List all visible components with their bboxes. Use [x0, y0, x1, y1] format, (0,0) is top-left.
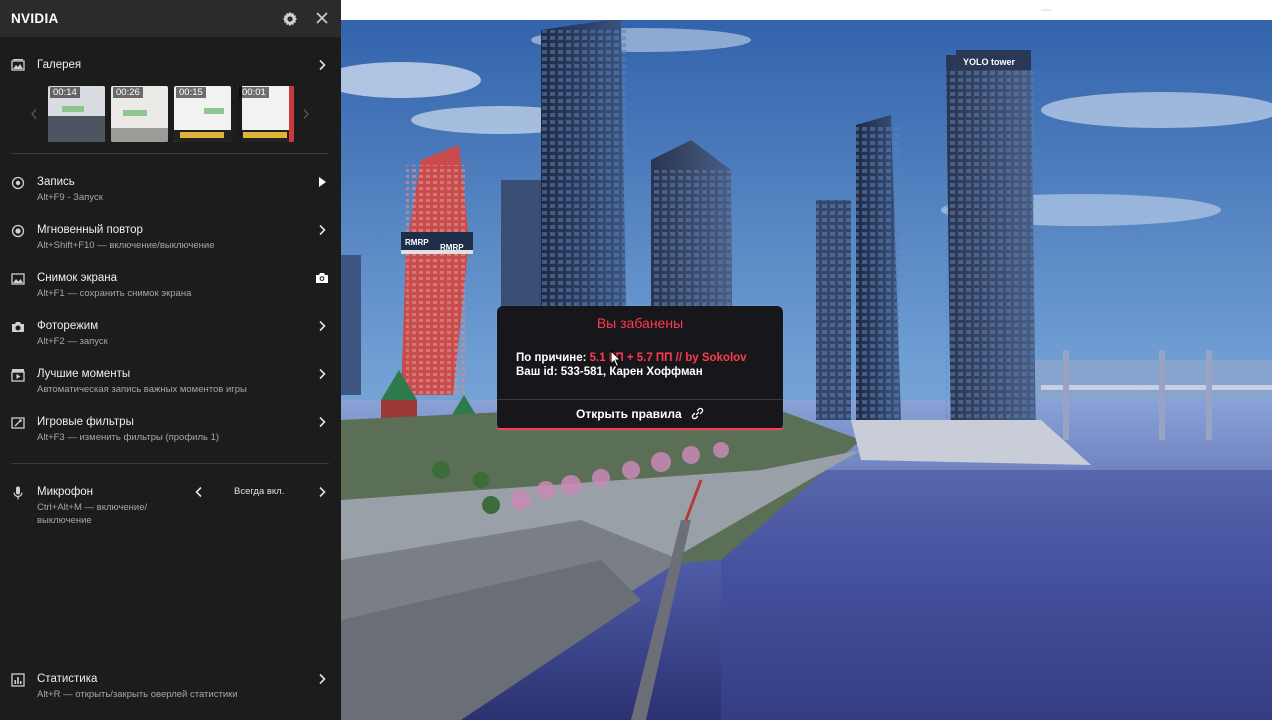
photo-mode-row[interactable]: Фоторежим Alt+F2 — запуск — [0, 320, 341, 350]
thumbnail-duration: 00:15 — [176, 87, 206, 98]
game-scene-art: RMRP RMRP YOLO tower — [341, 0, 1280, 720]
screenshot-icon — [11, 273, 25, 285]
thumbnail-duration: 00:01 — [239, 87, 269, 98]
gallery-icon — [11, 59, 25, 71]
chevron-right-icon — [319, 320, 326, 332]
instant-replay-icon — [11, 224, 25, 238]
record-row[interactable]: Запись Alt+F9 - Запуск — [0, 176, 341, 206]
microphone-icon — [13, 486, 23, 500]
mic-mode-value: Всегда вкл. — [234, 486, 285, 497]
gallery-thumbnail[interactable]: 00:01 — [237, 86, 294, 142]
game-filters-icon — [11, 417, 25, 429]
ban-reason: По причине: 5.1 ГП + 5.7 ПП // by Sokolo… — [516, 352, 747, 364]
photo-mode-icon — [12, 322, 24, 332]
instant-replay-label: Мгновенный повтор — [37, 224, 143, 236]
mic-mode-next-icon[interactable] — [317, 486, 327, 498]
gallery-thumbnail[interactable]: 00:14 — [48, 86, 105, 142]
gallery-prev-icon[interactable] — [30, 108, 38, 120]
open-rules-button[interactable]: Открыть правила — [497, 407, 783, 421]
game-window-top-bar: — — [341, 0, 1280, 20]
highlights-label: Лучшие моменты — [37, 368, 131, 380]
chevron-right-icon — [319, 224, 326, 236]
thumbnail-duration: 00:26 — [113, 87, 143, 98]
game-filters-row[interactable]: Игровые фильтры Alt+F3 — изменить фильтр… — [0, 416, 341, 446]
microphone-hotkey-line1: Ctrl+Alt+M — включение/ — [37, 502, 148, 513]
instant-replay-row[interactable]: Мгновенный повтор Alt+Shift+F10 — включе… — [0, 224, 341, 254]
game-viewport: RMRP RMRP YOLO tower — [341, 0, 1280, 720]
statistics-label: Статистика — [37, 673, 98, 685]
section-divider — [11, 463, 329, 464]
chevron-right-icon — [319, 673, 326, 685]
microphone-label: Микрофон — [37, 486, 94, 498]
gallery-label: Галерея — [37, 59, 82, 71]
open-rules-label: Открыть правила — [575, 407, 682, 421]
chevron-right-icon — [319, 416, 326, 428]
close-icon[interactable] — [316, 12, 328, 24]
highlights-row[interactable]: Лучшие моменты Автоматическая запись важ… — [0, 368, 341, 398]
game-filters-label: Игровые фильтры — [37, 416, 134, 428]
highlights-description: Автоматическая запись важных моментов иг… — [37, 384, 247, 395]
yolo-tower-sign: YOLO tower — [963, 57, 1016, 67]
gallery-thumbnail[interactable]: 00:26 — [111, 86, 168, 142]
overlay-header: NVIDIA — [0, 0, 341, 37]
instant-replay-hotkey: Alt+Shift+F10 — включение/выключение — [37, 240, 215, 251]
nvidia-overlay-panel: NVIDIA Галерея 00:14 00:26 00:15 00:01 З… — [0, 0, 341, 720]
record-icon — [11, 176, 25, 190]
brand-title: NVIDIA — [11, 11, 59, 26]
photo-mode-hotkey: Alt+F2 — запуск — [37, 336, 108, 347]
gallery-row[interactable]: Галерея — [0, 58, 341, 74]
photo-mode-label: Фоторежим — [37, 320, 99, 332]
mic-mode-prev-icon[interactable] — [194, 486, 204, 498]
play-icon — [319, 177, 326, 187]
record-label: Запись — [37, 176, 75, 188]
rmrp-sign-1: RMRP — [405, 238, 429, 247]
statistics-icon — [11, 673, 25, 687]
screenshot-label: Снимок экрана — [37, 272, 118, 284]
thumbnail-duration: 00:14 — [50, 87, 80, 98]
gallery-thumbnail[interactable]: 00:15 — [174, 86, 231, 142]
mouse-cursor-icon — [610, 350, 622, 368]
gear-icon[interactable] — [282, 11, 298, 27]
ban-dialog: Вы забанены По причине: 5.1 ГП + 5.7 ПП … — [497, 306, 783, 430]
ban-title: Вы забанены — [596, 315, 684, 331]
camera-icon[interactable] — [315, 272, 329, 284]
game-filters-hotkey: Alt+F3 — изменить фильтры (профиль 1) — [37, 432, 220, 443]
screenshot-hotkey: Alt+F1 — сохранить снимок экрана — [37, 288, 192, 299]
statistics-row[interactable]: Статистика Alt+R — открыть/закрыть оверл… — [0, 673, 341, 703]
section-divider — [11, 153, 329, 154]
link-icon — [691, 407, 704, 420]
microphone-hotkey-line2: выключение — [37, 515, 92, 526]
highlights-icon — [11, 369, 25, 382]
rmrp-sign-2: RMRP — [440, 243, 464, 252]
window-edge — [1272, 20, 1280, 720]
record-hotkey: Alt+F9 - Запуск — [37, 192, 103, 203]
chevron-right-icon — [319, 368, 326, 380]
ban-reason-label: По причине: — [516, 352, 587, 364]
chevron-right-icon — [319, 59, 326, 71]
microphone-row: Микрофон Ctrl+Alt+M — включение/ выключе… — [0, 486, 341, 530]
ban-dialog-accent — [497, 428, 783, 430]
ban-divider — [497, 399, 783, 400]
screenshot-row[interactable]: Снимок экрана Alt+F1 — сохранить снимок … — [0, 272, 341, 302]
gallery-next-icon[interactable] — [302, 108, 310, 120]
statistics-hotkey: Alt+R — открыть/закрыть оверлей статисти… — [37, 689, 238, 700]
